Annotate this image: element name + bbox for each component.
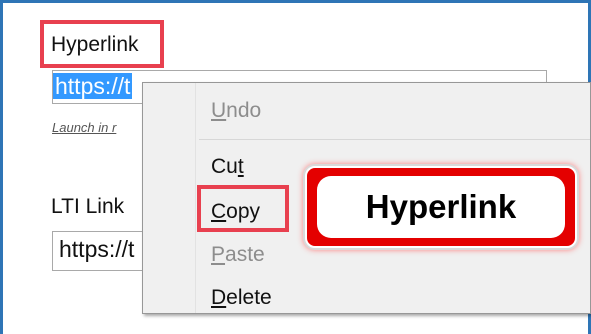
menu-item-delete[interactable]: Delete [211, 286, 272, 310]
hyperlink-callout-text: Hyperlink [317, 176, 565, 238]
launch-in-new-window-link[interactable]: Launch in r [52, 120, 116, 135]
menu-item-delete-label: elete [226, 286, 272, 309]
menu-item-cut-accel: t [237, 155, 244, 178]
hyperlink-label: Hyperlink [51, 33, 139, 56]
copy-highlight [197, 185, 289, 232]
menu-item-delete-accel: D [211, 286, 227, 309]
menu-item-cut-label: Cu [211, 155, 238, 178]
menu-item-paste-label: aste [225, 243, 265, 266]
menu-item-undo-accel: U [211, 99, 227, 122]
menu-item-undo-label: ndo [226, 99, 262, 122]
menu-item-paste[interactable]: Paste [211, 243, 265, 267]
lti-link-value: https://t [59, 236, 135, 262]
hyperlink-selected-text: https://t [53, 73, 133, 99]
hyperlink-callout-badge: Hyperlink [305, 166, 577, 248]
lti-link-label: LTI Link [51, 195, 125, 218]
menu-item-cut[interactable]: Cut [211, 155, 244, 179]
menu-separator [199, 139, 590, 140]
menu-item-paste-accel: P [211, 243, 226, 266]
menu-item-undo[interactable]: Undo [211, 99, 261, 123]
